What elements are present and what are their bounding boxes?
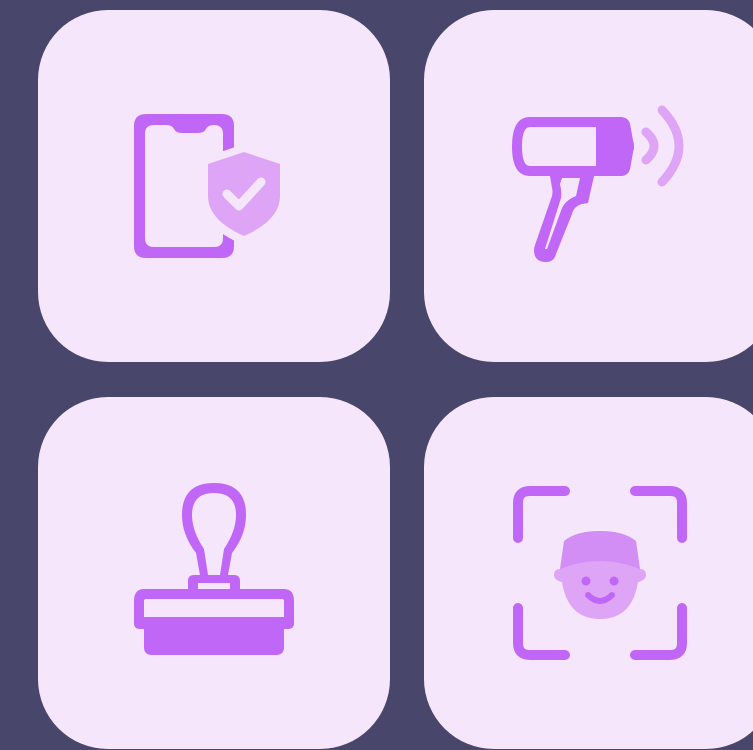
barcode-scanner-tile[interactable] — [424, 10, 753, 362]
phone-shield-check-icon — [134, 114, 288, 258]
face-scan-tile[interactable] — [424, 397, 753, 749]
barcode-scanner-icon — [512, 105, 684, 262]
icon-grid-canvas: { "colors": { "background": "#48466a", "… — [0, 0, 753, 750]
rubber-stamp-tile[interactable] — [38, 397, 390, 749]
face-scan-icon — [513, 486, 687, 660]
phone-security-tile[interactable] — [38, 10, 390, 362]
rubber-stamp-icon — [134, 483, 294, 655]
